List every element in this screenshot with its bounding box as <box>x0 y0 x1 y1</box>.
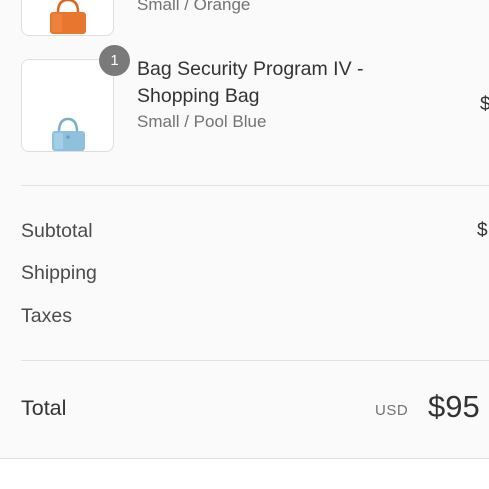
total-label: Total <box>21 396 67 420</box>
order-summary-panel: Small / Orange 1 Bag Security Program IV… <box>0 0 489 459</box>
divider-items <box>21 185 489 186</box>
subtotal-value: $ <box>477 220 488 241</box>
product-thumbnail-blue <box>21 59 114 152</box>
quantity-badge: 1 <box>99 45 130 76</box>
item-variant-blue: Small / Pool Blue <box>137 112 267 131</box>
currency-code: USD <box>375 402 409 419</box>
item-title: Bag Security Program IV - Shopping Bag <box>137 58 364 107</box>
item-variant-orange: Small / Orange <box>137 0 251 14</box>
shipping-label: Shipping <box>21 262 97 284</box>
subtotal-label: Subtotal <box>21 220 93 242</box>
orange-handbag-icon <box>50 0 86 34</box>
item-price: $ <box>480 94 489 116</box>
blue-handbag-icon <box>52 117 85 151</box>
taxes-label: Taxes <box>21 305 72 327</box>
divider-totals <box>21 360 489 361</box>
total-amount: $95 <box>428 389 480 424</box>
product-thumbnail-orange <box>21 0 114 36</box>
